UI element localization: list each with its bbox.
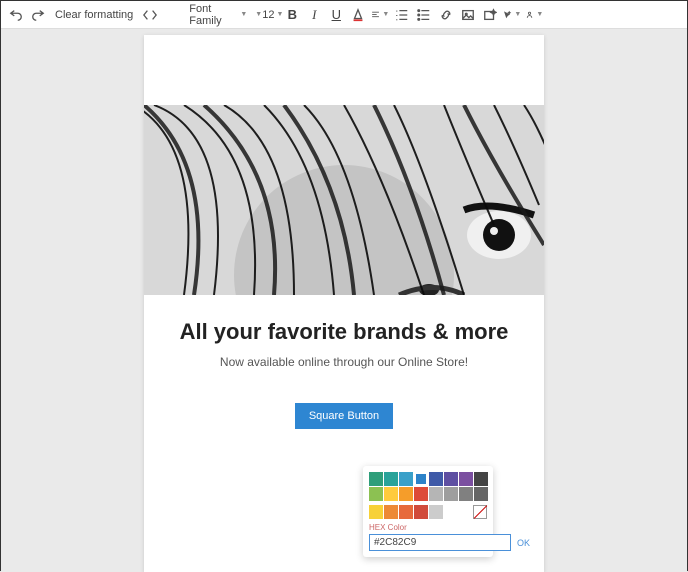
align-icon[interactable]: ▼ xyxy=(371,6,389,24)
color-swatch[interactable] xyxy=(444,487,458,501)
bold-button[interactable]: B xyxy=(283,6,301,24)
undo-icon[interactable] xyxy=(7,6,25,24)
color-swatch[interactable] xyxy=(369,505,383,519)
redo-icon[interactable] xyxy=(29,6,47,24)
font-size-select[interactable]: ▼ 12 ▼ xyxy=(253,9,279,21)
color-swatch[interactable] xyxy=(444,472,458,486)
color-swatch[interactable] xyxy=(384,487,398,501)
headline-text[interactable]: All your favorite brands & more xyxy=(144,319,544,345)
toolbar: Clear formatting Font Family ▼ ▼ 12 ▼ B … xyxy=(1,1,687,29)
color-swatch-grid xyxy=(369,472,487,501)
font-size-value: 12 xyxy=(262,9,274,21)
color-swatch[interactable] xyxy=(429,505,443,519)
color-swatch[interactable] xyxy=(429,487,443,501)
color-swatch[interactable] xyxy=(399,487,413,501)
hero-image[interactable] xyxy=(144,105,544,295)
color-swatch[interactable] xyxy=(429,472,443,486)
underline-button[interactable]: U xyxy=(327,6,345,24)
italic-button[interactable]: I xyxy=(305,6,323,24)
font-family-select[interactable]: Font Family ▼ xyxy=(187,3,249,27)
hex-label: HEX Color xyxy=(369,523,487,532)
color-swatch[interactable] xyxy=(459,472,473,486)
color-swatch[interactable] xyxy=(444,505,458,519)
ordered-list-icon[interactable] xyxy=(393,6,411,24)
unordered-list-icon[interactable] xyxy=(415,6,433,24)
editor-canvas: All your favorite brands & more Now avai… xyxy=(1,29,687,572)
color-swatch[interactable] xyxy=(414,505,428,519)
color-swatch[interactable] xyxy=(399,505,413,519)
cursor-sparkle-icon[interactable]: ▼ xyxy=(503,6,521,24)
image-icon[interactable] xyxy=(459,6,477,24)
text-color-icon[interactable] xyxy=(349,6,367,24)
ok-button[interactable]: OK xyxy=(515,536,532,550)
color-swatch[interactable] xyxy=(459,487,473,501)
chevron-down-icon: ▼ xyxy=(240,11,247,18)
color-swatch[interactable] xyxy=(414,472,428,486)
color-swatch[interactable] xyxy=(384,505,398,519)
color-swatch[interactable] xyxy=(369,487,383,501)
color-swatch[interactable] xyxy=(414,487,428,501)
clear-formatting-button[interactable]: Clear formatting xyxy=(51,9,137,21)
color-swatch[interactable] xyxy=(384,472,398,486)
reset-color-icon[interactable] xyxy=(473,505,487,519)
hex-input[interactable] xyxy=(369,534,511,551)
color-swatch[interactable] xyxy=(399,472,413,486)
code-view-icon[interactable] xyxy=(141,6,159,24)
link-icon[interactable] xyxy=(437,6,455,24)
subheadline-text[interactable]: Now available online through our Online … xyxy=(144,355,544,369)
color-swatch[interactable] xyxy=(474,487,488,501)
person-icon[interactable]: ▼ xyxy=(525,6,543,24)
color-swatch[interactable] xyxy=(474,472,488,486)
color-swatch[interactable] xyxy=(369,472,383,486)
font-family-label: Font Family xyxy=(189,3,238,27)
chevron-down-icon: ▼ xyxy=(255,11,262,18)
sparkle-image-icon[interactable] xyxy=(481,6,499,24)
square-button[interactable]: Square Button xyxy=(295,403,393,429)
color-picker-popover: HEX Color OK xyxy=(363,466,493,557)
